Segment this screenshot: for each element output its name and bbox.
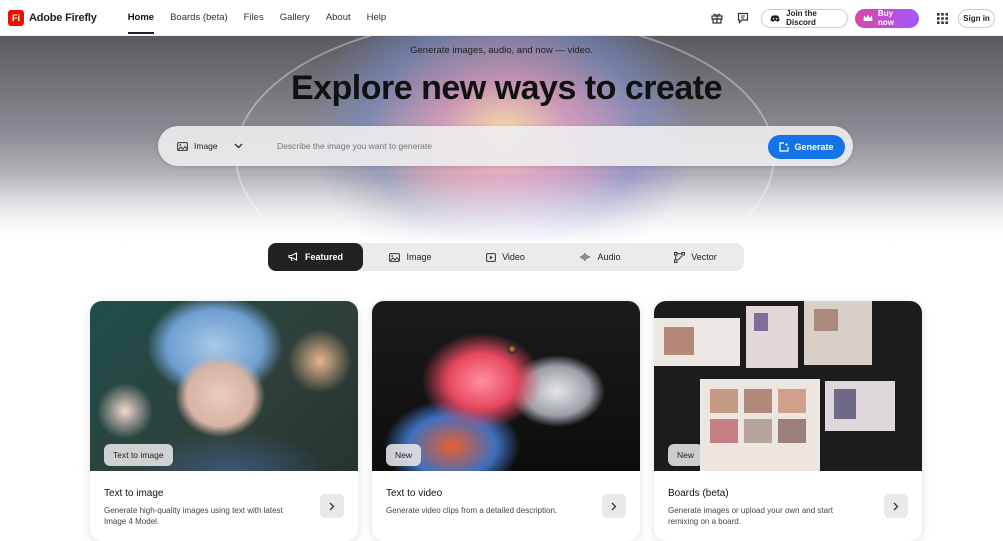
tab-image-label: Image bbox=[406, 252, 432, 262]
sign-in-button[interactable]: Sign in bbox=[958, 8, 995, 28]
card-open-button[interactable] bbox=[884, 494, 908, 518]
nav-help[interactable]: Help bbox=[367, 0, 387, 36]
card-text-to-video[interactable]: New Text to video Generate video clips f… bbox=[372, 301, 640, 541]
nav-home[interactable]: Home bbox=[127, 0, 155, 36]
buy-now-label: Buy now bbox=[877, 9, 894, 27]
join-discord-button[interactable]: Join the Discord bbox=[761, 8, 848, 28]
card-title: Text to image bbox=[104, 488, 164, 499]
apps-grid-icon[interactable] bbox=[934, 10, 950, 26]
video-icon bbox=[486, 252, 496, 262]
chevron-right-icon bbox=[329, 502, 335, 510]
card-title: Text to video bbox=[386, 488, 443, 499]
firefly-logo: Fi bbox=[8, 9, 24, 26]
tab-video[interactable]: Video bbox=[458, 243, 553, 271]
gift-icon[interactable] bbox=[709, 10, 725, 26]
tab-vector-label: Vector bbox=[691, 252, 717, 262]
media-type-label: Image bbox=[194, 141, 218, 151]
category-tabs: Featured Image Video Audio Vector bbox=[268, 243, 744, 271]
header-actions: Join the Discord Buy now Sign in bbox=[709, 0, 995, 36]
generate-button[interactable]: Generate bbox=[768, 135, 845, 159]
generate-label: Generate bbox=[794, 142, 834, 152]
card-description: Generate video clips from a detailed des… bbox=[386, 506, 558, 515]
card-open-button[interactable] bbox=[320, 494, 344, 518]
hero-banner: Generate images, audio, and now — video.… bbox=[0, 36, 1003, 246]
card-description: Generate images or upload your own and s… bbox=[668, 506, 833, 526]
card-open-button[interactable] bbox=[602, 494, 626, 518]
card-description: Generate high-quality images using text … bbox=[104, 506, 283, 526]
prompt-input[interactable] bbox=[277, 141, 747, 151]
card-badge: New bbox=[386, 444, 422, 466]
crown-icon bbox=[863, 14, 873, 21]
chevron-down-icon bbox=[234, 143, 243, 149]
card-title: Boards (beta) bbox=[668, 488, 729, 499]
card-boards[interactable]: New Boards (beta) Generate images or upl… bbox=[654, 301, 922, 541]
image-icon bbox=[177, 141, 188, 151]
tab-video-label: Video bbox=[502, 252, 525, 262]
image-icon bbox=[389, 252, 401, 262]
nav-files[interactable]: Files bbox=[244, 0, 264, 36]
media-type-dropdown[interactable]: Image bbox=[177, 141, 255, 151]
prompt-bar: Image Generate bbox=[158, 126, 853, 166]
audio-wave-icon bbox=[580, 253, 590, 261]
brand-name: Adobe Firefly bbox=[29, 11, 97, 24]
tab-audio-label: Audio bbox=[597, 252, 621, 262]
main-nav: Home Boards (beta) Files Gallery About H… bbox=[127, 0, 403, 36]
tab-featured[interactable]: Featured bbox=[268, 243, 363, 271]
tab-audio[interactable]: Audio bbox=[553, 243, 648, 271]
card-text-to-image[interactable]: Text to image Text to image Generate hig… bbox=[90, 301, 358, 541]
tab-vector[interactable]: Vector bbox=[648, 243, 743, 271]
brand[interactable]: Fi Adobe Firefly bbox=[8, 9, 97, 26]
tab-featured-label: Featured bbox=[304, 252, 343, 262]
card-badge: New bbox=[668, 444, 704, 466]
vector-icon bbox=[674, 251, 686, 263]
chevron-right-icon bbox=[611, 502, 617, 510]
card-image-parrot: New bbox=[372, 301, 640, 471]
card-image-anime-portrait: Text to image bbox=[90, 301, 358, 471]
buy-now-button[interactable]: Buy now bbox=[855, 8, 919, 28]
hero-title: Explore new ways to create bbox=[290, 69, 723, 107]
nav-boards[interactable]: Boards (beta) bbox=[170, 0, 228, 36]
card-badge: Text to image bbox=[104, 444, 173, 466]
generate-icon bbox=[779, 142, 790, 152]
hero-tagline: Generate images, audio, and now — video. bbox=[410, 45, 593, 56]
chevron-right-icon bbox=[893, 502, 899, 510]
discord-icon bbox=[770, 14, 780, 22]
nav-about[interactable]: About bbox=[326, 0, 351, 36]
tab-image[interactable]: Image bbox=[363, 243, 458, 271]
feedback-icon[interactable] bbox=[735, 10, 751, 26]
nav-gallery[interactable]: Gallery bbox=[280, 0, 310, 36]
top-nav-bar: Fi Adobe Firefly Home Boards (beta) File… bbox=[0, 0, 1003, 36]
card-image-boards: New bbox=[654, 301, 922, 471]
discord-label: Join the Discord bbox=[786, 9, 817, 27]
megaphone-icon bbox=[288, 252, 298, 262]
